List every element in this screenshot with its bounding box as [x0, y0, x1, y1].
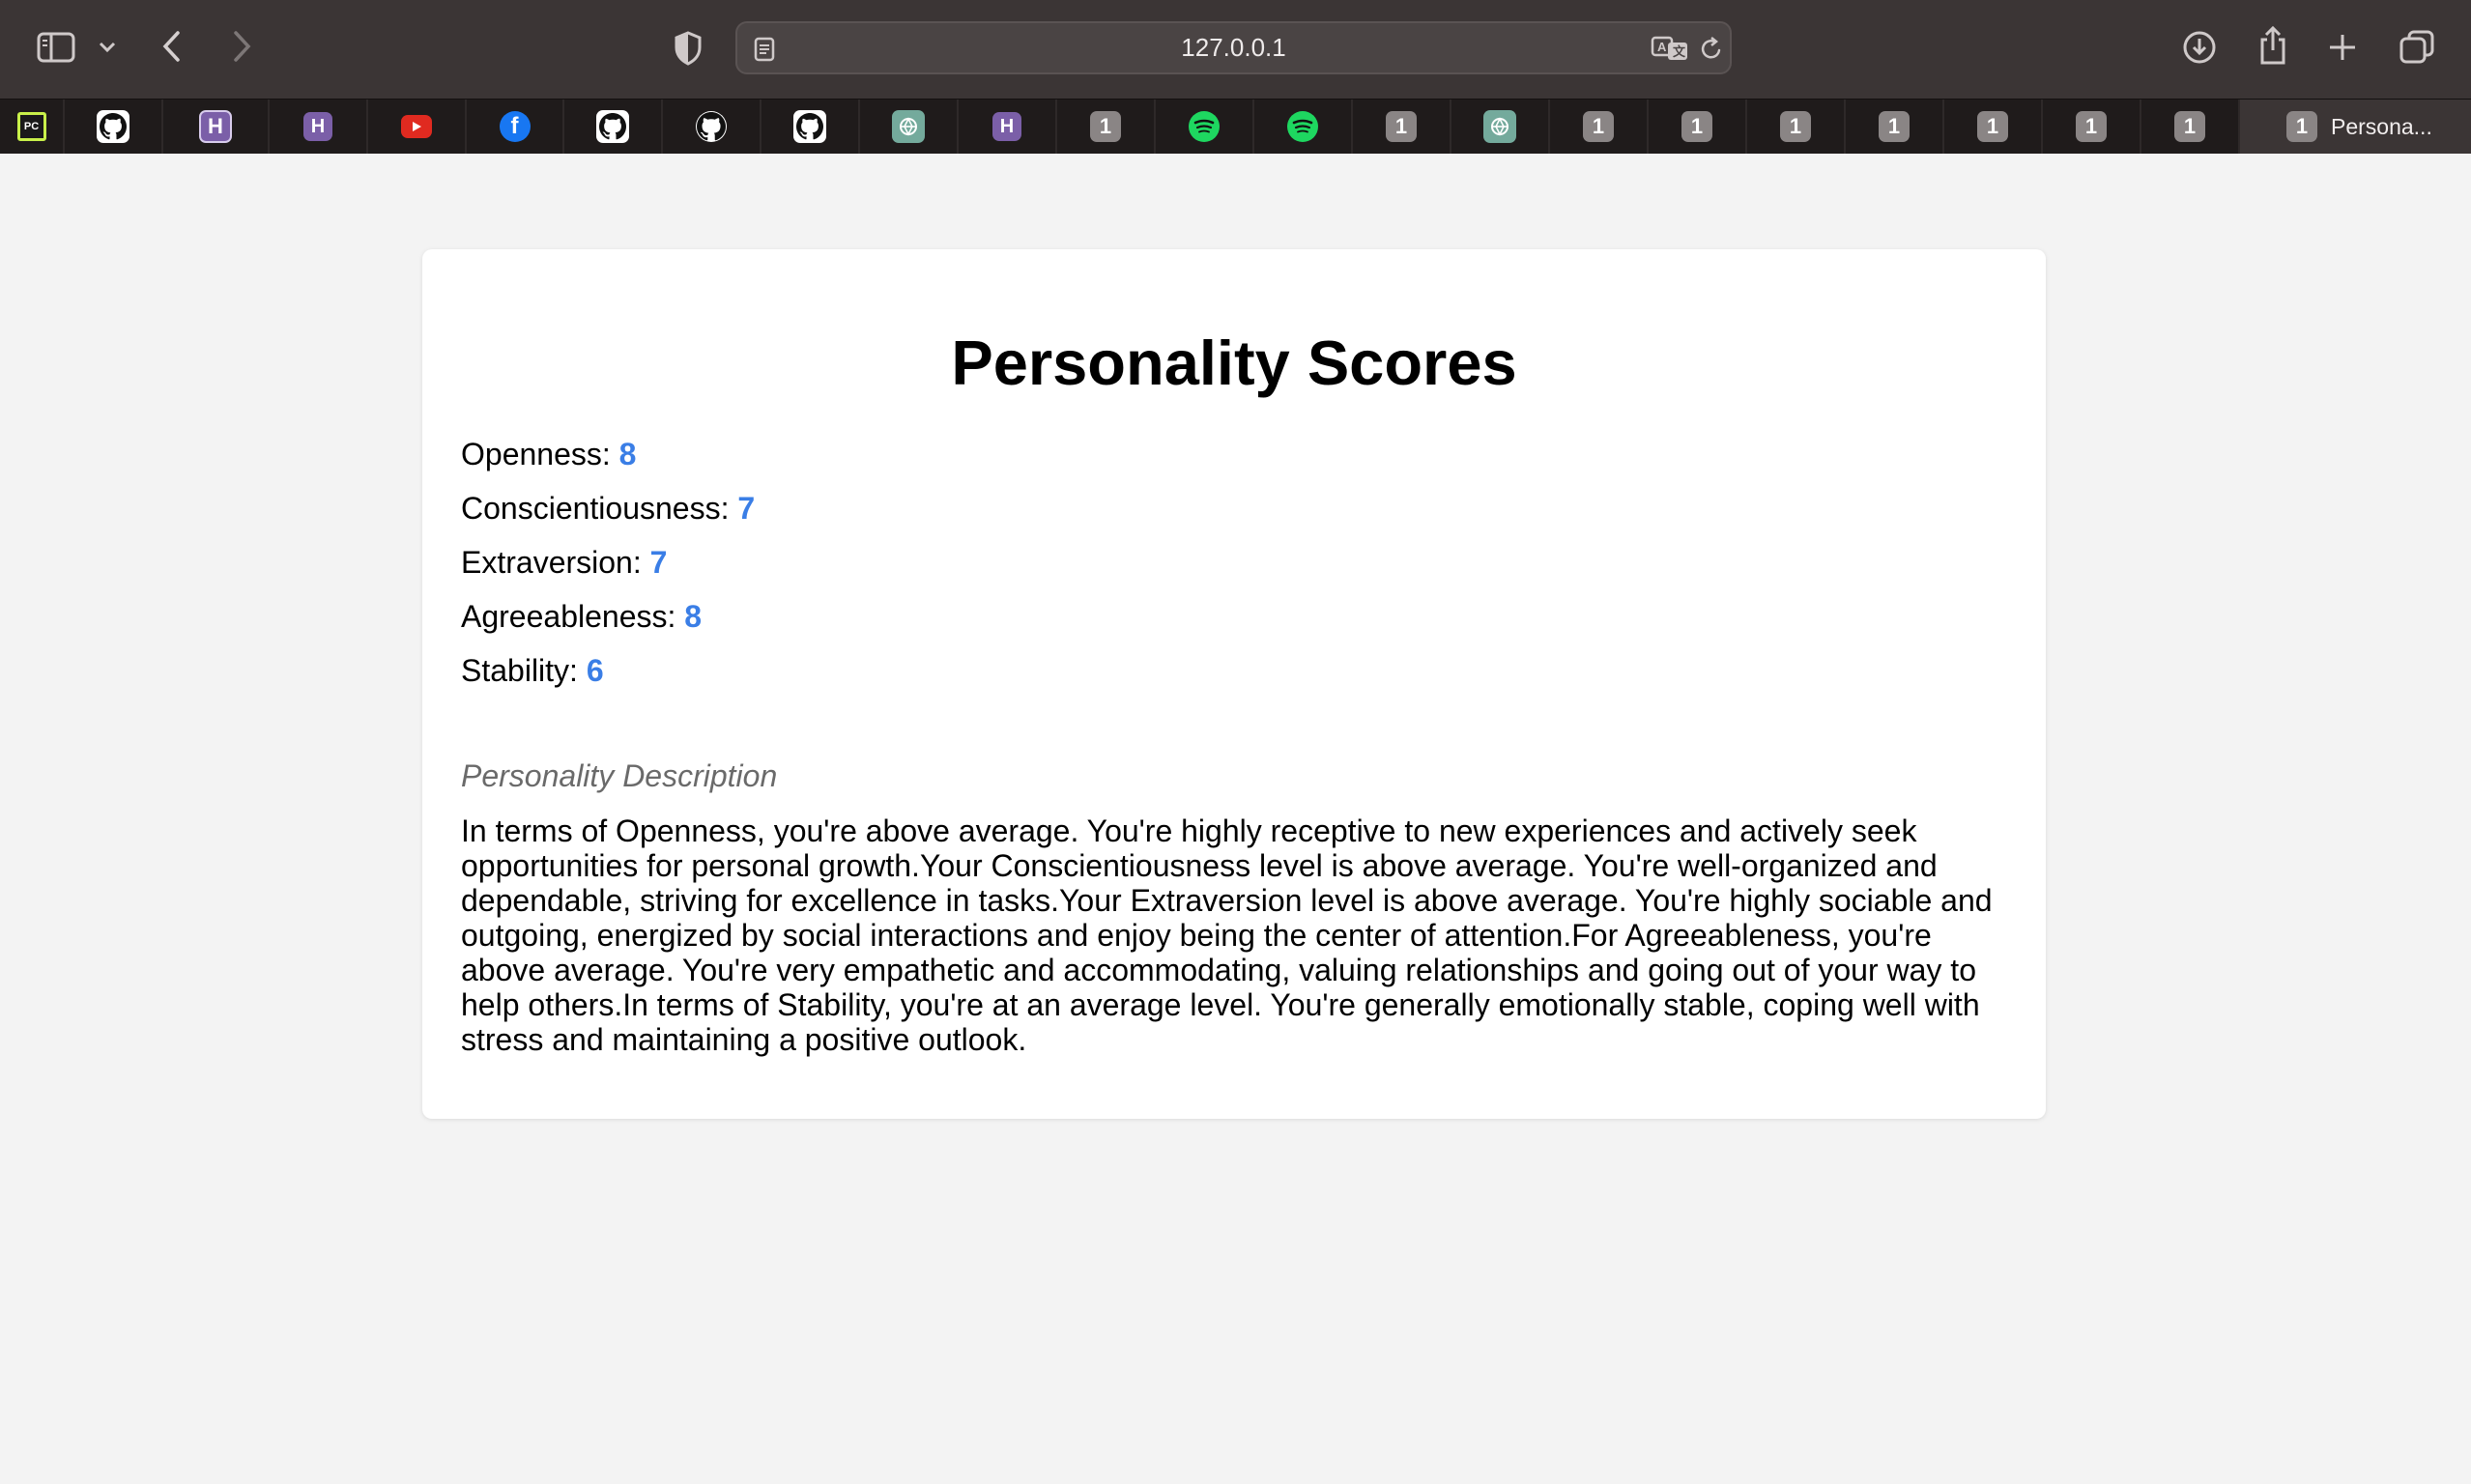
score-agreeableness: Agreeableness: 8	[461, 599, 702, 635]
new-tab-icon[interactable]	[2323, 28, 2362, 67]
privacy-shield-icon[interactable]	[671, 29, 705, 68]
number-icon: 1	[2076, 111, 2107, 142]
share-icon[interactable]	[2254, 23, 2292, 68]
number-icon: 1	[1090, 111, 1121, 142]
reload-icon[interactable]	[1698, 35, 1725, 64]
tab-5[interactable]: f	[467, 100, 564, 154]
score-conscientiousness: Conscientiousness: 7	[461, 491, 755, 527]
score-openness: Openness: 8	[461, 437, 636, 472]
number-icon: 1	[1681, 111, 1712, 142]
github-icon	[793, 110, 826, 143]
tab-bar: PC H H f H 1 1 1 1 1 1 1 1 1 1 Persona..…	[0, 99, 2471, 154]
score-label: Openness:	[461, 437, 611, 471]
tab-22[interactable]: 1	[2141, 100, 2240, 154]
tab-15[interactable]	[1451, 100, 1550, 154]
active-tab[interactable]: 1 Persona...	[2240, 100, 2471, 154]
tab-12[interactable]	[1156, 100, 1254, 154]
tab-20[interactable]: 1	[1944, 100, 2043, 154]
spotify-icon	[1287, 111, 1318, 142]
tab-18[interactable]: 1	[1747, 100, 1846, 154]
scores-card: Personality Scores Openness: 8 Conscient…	[422, 249, 2046, 1119]
chatgpt-icon	[892, 110, 925, 143]
tab-13[interactable]	[1254, 100, 1353, 154]
tab-4[interactable]	[368, 100, 467, 154]
score-value: 8	[618, 437, 637, 471]
heroku-icon: H	[303, 112, 332, 141]
back-icon[interactable]	[155, 27, 189, 66]
downloads-icon[interactable]	[2180, 28, 2219, 67]
heroku-icon: H	[992, 112, 1021, 141]
score-label: Agreeableness:	[461, 599, 676, 634]
number-icon: 1	[1583, 111, 1614, 142]
score-value: 7	[737, 491, 756, 526]
tab-2[interactable]: H	[163, 100, 270, 154]
tab-6[interactable]	[564, 100, 663, 154]
tab-7[interactable]	[663, 100, 761, 154]
tab-16[interactable]: 1	[1550, 100, 1649, 154]
description-text: In terms of Openness, you're above avera…	[461, 813, 1993, 1057]
number-icon: 1	[1780, 111, 1811, 142]
chatgpt-icon	[1483, 110, 1516, 143]
tab-21[interactable]: 1	[2043, 100, 2141, 154]
score-stability: Stability: 6	[461, 653, 604, 689]
number-icon: 1	[2286, 111, 2317, 142]
tab-3[interactable]: H	[270, 100, 368, 154]
url-text: 127.0.0.1	[1181, 33, 1286, 62]
facebook-icon: f	[499, 111, 531, 142]
heroku-icon: H	[199, 110, 232, 143]
description-heading: Personality Description	[461, 758, 778, 793]
tab-1[interactable]	[65, 100, 163, 154]
tab-10[interactable]: H	[959, 100, 1057, 154]
score-label: Extraversion:	[461, 545, 642, 580]
translate-icon[interactable]: A文	[1650, 34, 1690, 63]
score-label: Stability:	[461, 653, 578, 688]
score-value: 7	[649, 545, 668, 580]
number-icon: 1	[1879, 111, 1910, 142]
tab-11[interactable]: 1	[1057, 100, 1156, 154]
forward-icon[interactable]	[224, 27, 259, 66]
tab-17[interactable]: 1	[1649, 100, 1747, 154]
github-icon	[596, 110, 629, 143]
number-icon: 1	[1386, 111, 1417, 142]
score-value: 6	[586, 653, 604, 688]
chevron-down-icon[interactable]	[93, 35, 122, 60]
address-bar[interactable]: 127.0.0.1 A文	[735, 21, 1732, 74]
number-icon: 1	[2174, 111, 2205, 142]
score-extraversion: Extraversion: 7	[461, 545, 667, 581]
tab-14[interactable]: 1	[1353, 100, 1451, 154]
sidebar-toggle-icon[interactable]	[35, 29, 77, 66]
spotify-icon	[1189, 111, 1220, 142]
tab-overview-icon[interactable]	[2397, 27, 2437, 68]
tab-8[interactable]	[761, 100, 860, 154]
svg-text:文: 文	[1673, 44, 1686, 59]
github-icon	[97, 110, 129, 143]
tab-9[interactable]	[860, 100, 959, 154]
svg-text:A: A	[1657, 40, 1667, 54]
tab-19[interactable]: 1	[1846, 100, 1944, 154]
score-value: 8	[684, 599, 703, 634]
youtube-icon	[401, 115, 432, 138]
active-tab-title: Persona...	[2331, 113, 2432, 139]
browser-toolbar: 127.0.0.1 A文	[0, 0, 2471, 99]
page-title: Personality Scores	[951, 328, 1517, 398]
score-label: Conscientiousness:	[461, 491, 730, 526]
pycharm-icon: PC	[16, 112, 46, 141]
number-icon: 1	[1977, 111, 2008, 142]
github-icon	[696, 111, 727, 142]
tab-0[interactable]: PC	[0, 100, 65, 154]
